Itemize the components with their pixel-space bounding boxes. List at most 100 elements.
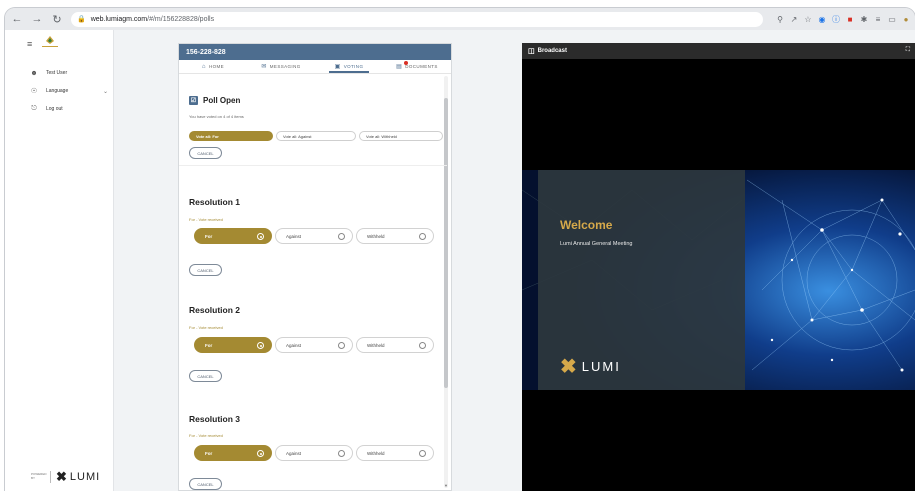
side-panel-icon[interactable]: ▭ <box>887 14 897 24</box>
document-icon: ▤ <box>396 64 403 70</box>
fullscreen-icon[interactable]: ⛶ <box>906 47 910 54</box>
tab-home[interactable]: ⌂ HOME <box>179 60 247 73</box>
resolution-2-for-option[interactable]: For <box>194 337 272 353</box>
resolution-2-withheld-option[interactable]: Withheld <box>356 337 434 353</box>
option-label: For <box>205 342 213 348</box>
globe-icon: ☉ <box>30 88 38 95</box>
powered-by-lumi: POWERED BY ✖ LUMI <box>31 469 100 485</box>
broadcast-video[interactable]: Welcome Lumi Annual General Meeting ✖ LU… <box>522 170 915 390</box>
voted-count-text: You have voted on 4 of 4 items <box>189 114 244 119</box>
url-host: web.lumiagm.com <box>90 15 148 23</box>
radio-selected-icon <box>257 233 264 240</box>
back-arrow-icon[interactable]: ← <box>9 11 25 27</box>
radio-empty-icon <box>338 450 345 457</box>
powered-by-label: POWERED BY <box>31 472 47 480</box>
forward-arrow-icon[interactable]: → <box>29 11 45 27</box>
divider <box>179 165 447 166</box>
resolution-title: Resolution 2 <box>189 305 241 315</box>
voting-panel: 156-228-828 ⌂ HOME ✉ MESSAGING ▣ VOTING … <box>178 43 452 491</box>
tab-label: DOCUMENTS <box>405 64 438 69</box>
chevron-down-icon: ⌄ <box>102 88 108 95</box>
address-bar[interactable]: 🔒 web.lumiagm.com /#/m/156228828/polls <box>71 11 763 27</box>
lock-icon: 🔒 <box>77 16 86 23</box>
lumi-wordmark: LUMI <box>69 471 101 483</box>
tab-voting[interactable]: ▣ VOTING <box>315 60 383 73</box>
vote-status: For - Vote received <box>189 325 223 330</box>
radio-empty-icon <box>419 342 426 349</box>
resolution-1-against-option[interactable]: Against <box>275 228 353 244</box>
option-label: For <box>205 233 213 239</box>
sidebar-item-label: Log out <box>46 106 63 112</box>
share-icon[interactable]: ↗ <box>789 14 799 24</box>
lumi-logo-mark-icon: ✖ <box>560 356 577 378</box>
cast-icon: ◫ <box>528 48 535 55</box>
logout-icon: ⎋ <box>31 105 37 112</box>
option-label: Against <box>286 450 302 456</box>
resolution-title: Resolution 1 <box>189 197 241 207</box>
scroll-down-arrow-icon[interactable]: ▼ <box>444 483 448 488</box>
reload-icon[interactable]: ↻ <box>49 11 65 27</box>
vote-all-withheld-button[interactable]: Vote all: Withheld <box>359 131 443 141</box>
sidebar-item-user[interactable]: ☻ Test User <box>5 66 114 80</box>
resolution-3-withheld-option[interactable]: Withheld <box>356 445 434 461</box>
browser-toolbar: ← → ↻ 🔒 web.lumiagm.com /#/m/156228828/p… <box>5 8 915 30</box>
broadcast-panel: ◫ Broadcast ⛶ Welcome Lumi Annual Genera… <box>522 43 915 491</box>
notification-dot <box>404 61 408 65</box>
tab-label: MESSAGING <box>269 64 301 69</box>
chat-icon: ✉ <box>261 64 267 70</box>
tab-documents[interactable]: ▤ DOCUMENTS <box>383 60 451 73</box>
scrollbar-thumb[interactable] <box>444 98 448 388</box>
slide-lumi-logo: ✖ LUMI <box>560 354 621 379</box>
poll-status-label: Poll Open <box>203 96 241 105</box>
option-label: Withheld <box>367 342 385 348</box>
organization-logo <box>42 36 58 47</box>
lumi-logo-mark-icon: ✖ <box>56 469 67 484</box>
poll-status: ☑ Poll Open <box>189 96 240 105</box>
radio-selected-icon <box>257 342 264 349</box>
tab-label: VOTING <box>343 64 364 69</box>
vote-all-for-button[interactable]: Vote all: For <box>189 131 273 141</box>
resolution-3-against-option[interactable]: Against <box>275 445 353 461</box>
resolution-3-for-option[interactable]: For <box>194 445 272 461</box>
profile-avatar-icon[interactable]: ● <box>901 14 911 24</box>
radio-empty-icon <box>338 233 345 240</box>
home-icon: ⌂ <box>201 63 206 70</box>
extension-circle-icon[interactable]: ◉ <box>817 14 827 24</box>
cancel-vote-button[interactable]: CANCEL <box>189 264 222 276</box>
resolution-1-withheld-option[interactable]: Withheld <box>356 228 434 244</box>
cancel-vote-button[interactable]: CANCEL <box>189 478 222 490</box>
resolution-2-against-option[interactable]: Against <box>275 337 353 353</box>
slide-subtitle: Lumi Annual General Meeting <box>560 241 633 247</box>
extension-info-icon[interactable]: ⓘ <box>831 14 841 24</box>
lumi-wordmark: LUMI <box>581 359 621 374</box>
url-path: /#/m/156228828/polls <box>147 15 215 23</box>
extension-badge-icon[interactable]: ■ <box>845 14 855 24</box>
puzzle-extensions-icon[interactable]: ✱ <box>859 14 869 24</box>
radio-empty-icon <box>419 450 426 457</box>
tab-messaging[interactable]: ✉ MESSAGING <box>247 60 315 73</box>
option-label: Withheld <box>367 450 385 456</box>
option-label: Against <box>286 233 302 239</box>
resolution-1-for-option[interactable]: For <box>194 228 272 244</box>
sidebar-item-language[interactable]: ☉ Language ⌄ <box>5 84 114 98</box>
browser-window: ← → ↻ 🔒 web.lumiagm.com /#/m/156228828/p… <box>5 8 915 491</box>
bookmark-star-icon[interactable]: ☆ <box>803 14 813 24</box>
scrollbar[interactable] <box>444 76 448 488</box>
ballot-icon: ☑ <box>189 96 198 105</box>
option-label: Withheld <box>367 233 385 239</box>
sidebar-item-label: Test User <box>46 70 68 76</box>
broadcast-title: Broadcast <box>537 48 567 54</box>
menu-icon[interactable]: ≡ <box>27 39 32 49</box>
resolution-title: Resolution 3 <box>189 414 241 424</box>
tab-label: HOME <box>208 64 225 69</box>
cancel-vote-all-button[interactable]: CANCEL <box>189 147 222 159</box>
reading-list-icon[interactable]: ≡ <box>873 14 883 24</box>
cancel-vote-button[interactable]: CANCEL <box>189 370 222 382</box>
sidebar-item-logout[interactable]: ⎋ Log out <box>5 102 114 116</box>
option-label: For <box>205 450 213 456</box>
extension-bar: ⚲ ↗ ☆ ◉ ⓘ ■ ✱ ≡ ▭ ● <box>775 14 911 24</box>
vote-status: For - Vote received <box>189 217 223 222</box>
zoom-icon[interactable]: ⚲ <box>775 14 785 24</box>
vote-all-against-button[interactable]: Vote all: Against <box>276 131 356 141</box>
account-circle-icon: ☻ <box>30 69 38 77</box>
